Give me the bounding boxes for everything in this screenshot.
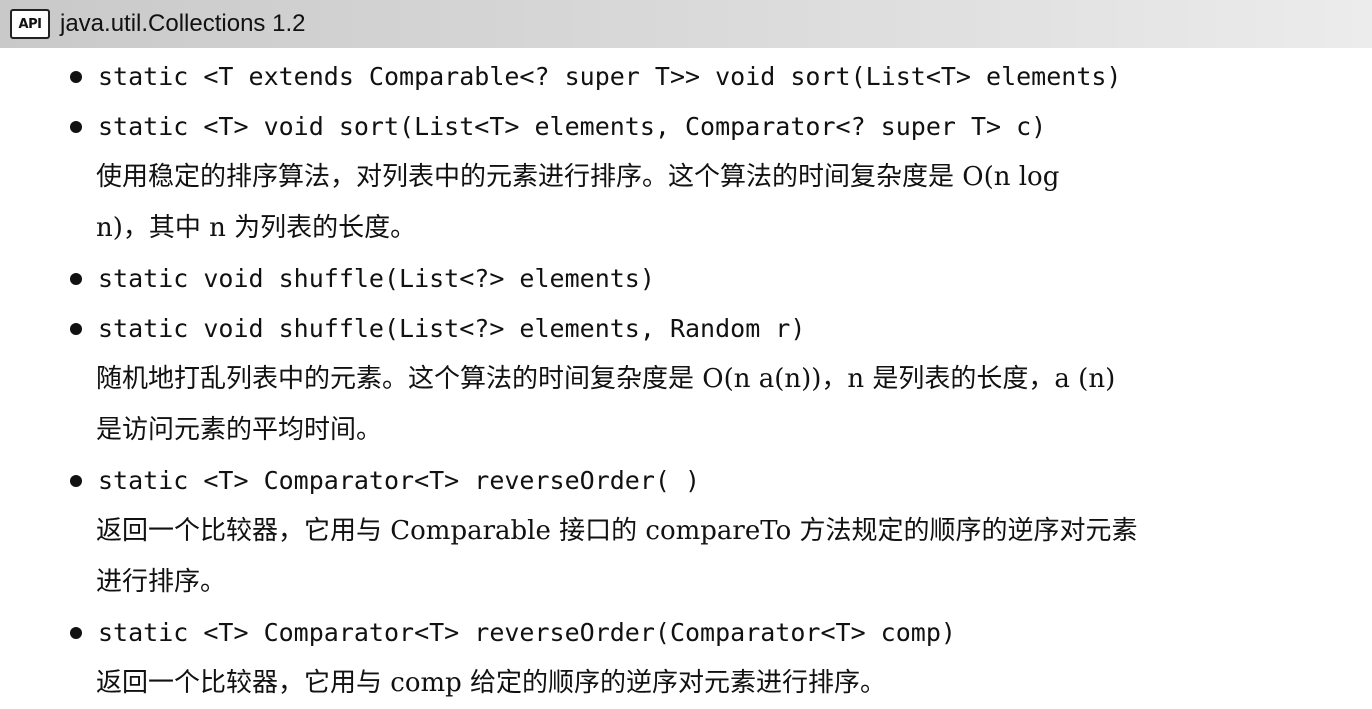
method-list: static <T extends Comparable<? super T>>…	[68, 52, 1358, 709]
bullet-icon	[70, 323, 82, 335]
description-line: 返回一个比较器，它用与 comp 给定的顺序的逆序对元素进行排序。	[96, 668, 887, 698]
method-signature-sort-comparator: static <T> void sort(List<T> elements, C…	[68, 102, 1358, 152]
signature-text: static <T> Comparator<T> reverseOrder( )	[98, 466, 701, 495]
description-line: 返回一个比较器，它用与 Comparable 接口的 compareTo 方法规…	[96, 516, 1138, 546]
signature-text: static <T> Comparator<T> reverseOrder(Co…	[98, 618, 956, 647]
bullet-icon	[70, 273, 82, 285]
method-signature-reverse-order-comparator: static <T> Comparator<T> reverseOrder(Co…	[68, 608, 1358, 658]
api-header-bar: API java.util.Collections 1.2	[0, 0, 1372, 48]
method-signature-reverse-order: static <T> Comparator<T> reverseOrder( )	[68, 456, 1358, 506]
bullet-icon	[70, 71, 82, 83]
description-line: 使用稳定的排序算法，对列表中的元素进行排序。这个算法的时间复杂度是 O(n lo…	[96, 162, 1060, 192]
bullet-icon	[70, 627, 82, 639]
description-line: n)，其中 n 为列表的长度。	[96, 213, 417, 243]
method-description-sort: 使用稳定的排序算法，对列表中的元素进行排序。这个算法的时间复杂度是 O(n lo…	[68, 152, 1358, 254]
signature-text: static <T> void sort(List<T> elements, C…	[98, 112, 1047, 141]
bullet-icon	[70, 475, 82, 487]
method-description-reverse-order-comparator: 返回一个比较器，它用与 comp 给定的顺序的逆序对元素进行排序。	[68, 658, 1358, 709]
method-signature-sort: static <T extends Comparable<? super T>>…	[68, 52, 1358, 102]
method-signature-shuffle: static void shuffle(List<?> elements)	[68, 254, 1358, 304]
method-description-shuffle: 随机地打乱列表中的元素。这个算法的时间复杂度是 O(n a(n))，n 是列表的…	[68, 354, 1358, 456]
signature-text: static void shuffle(List<?> elements, Ra…	[98, 314, 806, 343]
signature-text: static void shuffle(List<?> elements)	[98, 264, 655, 293]
description-line: 是访问元素的平均时间。	[96, 415, 383, 445]
description-line: 进行排序。	[96, 567, 227, 597]
api-badge-icon: API	[10, 9, 50, 39]
method-signature-shuffle-random: static void shuffle(List<?> elements, Ra…	[68, 304, 1358, 354]
description-line: 随机地打乱列表中的元素。这个算法的时间复杂度是 O(n a(n))，n 是列表的…	[96, 364, 1116, 394]
bullet-icon	[70, 121, 82, 133]
method-description-reverse-order: 返回一个比较器，它用与 Comparable 接口的 compareTo 方法规…	[68, 506, 1358, 608]
api-class-title: java.util.Collections 1.2	[60, 10, 306, 37]
signature-text: static <T extends Comparable<? super T>>…	[98, 62, 1122, 91]
